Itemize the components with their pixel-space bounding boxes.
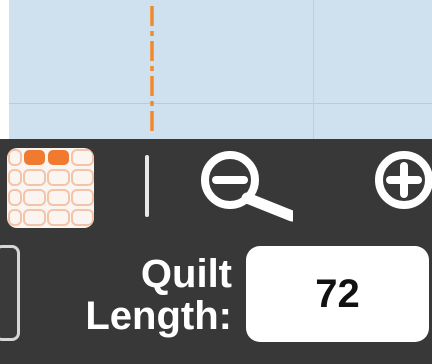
toolbar-divider [145, 155, 149, 217]
side-panel-handle[interactable] [0, 245, 20, 341]
dashed-guide-line [150, 6, 154, 134]
canvas-left-border [0, 0, 9, 139]
quilt-canvas[interactable] [0, 0, 432, 139]
quilt-length-input[interactable]: 72 [246, 246, 429, 342]
grid-line-horizontal [9, 103, 432, 104]
block-layout-button[interactable] [7, 148, 94, 228]
zoom-in-button[interactable] [356, 150, 432, 226]
quilt-length-label-line1: Quilt [140, 252, 232, 296]
grid-line-vertical [313, 0, 314, 139]
zoom-in-icon [375, 151, 432, 209]
zoom-out-button[interactable] [198, 150, 298, 226]
quilt-length-value: 72 [315, 271, 360, 316]
block-grid-icon [8, 149, 94, 226]
quilt-length-label-line2: Length: [85, 294, 232, 338]
quilt-length-label: Quilt Length: [32, 253, 232, 337]
zoom-out-icon [201, 151, 298, 222]
